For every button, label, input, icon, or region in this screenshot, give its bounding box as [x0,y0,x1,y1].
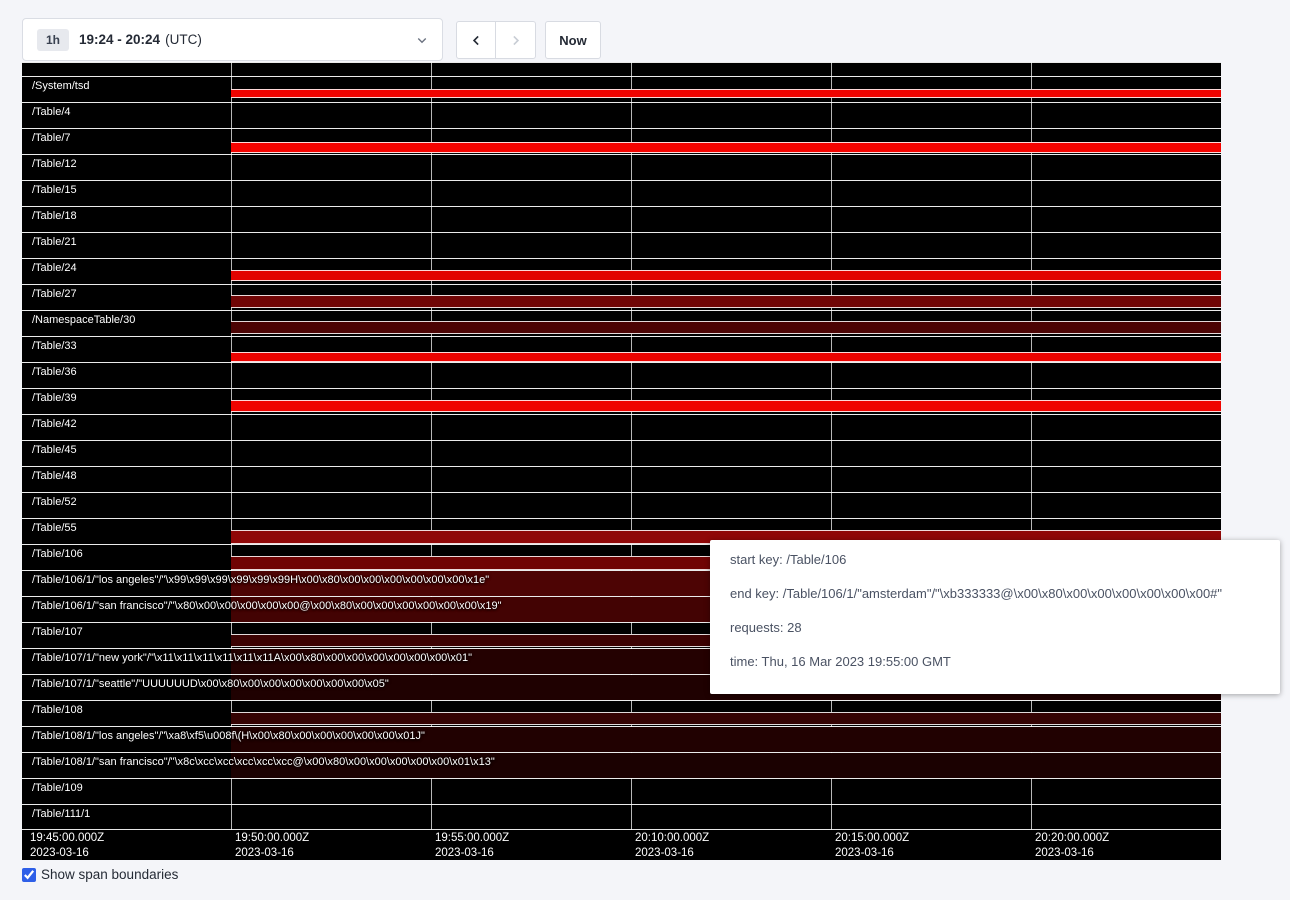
heat-band[interactable] [231,89,1221,98]
heat-band[interactable] [231,400,1221,412]
heat-band[interactable] [231,321,1221,334]
heat-band[interactable] [231,295,1221,308]
show-span-boundaries-checkbox[interactable] [22,868,36,882]
key-span-label: /Table/7 [32,132,71,144]
key-span-label: /Table/109 [32,782,83,794]
key-span-row[interactable]: /Table/42 [22,414,1221,440]
key-span-label: /Table/107 [32,626,83,638]
key-span-label: /Table/106/1/"san francisco"/"\x80\x00\x… [32,600,502,612]
key-span-label: /Table/42 [32,418,77,430]
tooltip-end-key: end key: /Table/106/1/"amsterdam"/"\xb33… [730,584,1260,604]
heat-band[interactable] [231,712,1221,725]
key-span-row[interactable]: /Table/108/1/"los angeles"/"\xa8\xf5\u00… [22,726,1221,752]
heatmap-rows: /System/tsd/Table/4/Table/7/Table/12/Tab… [22,62,1221,830]
chevron-down-icon [416,34,428,46]
key-span-label: /Table/18 [32,210,77,222]
time-axis-tick: 19:50:00.000Z2023-03-16 [235,831,309,861]
key-span-label: /Table/107/1/"new york"/"\x11\x11\x11\x1… [32,652,472,664]
key-span-row[interactable]: /Table/108/1/"san francisco"/"\x8c\xcc\x… [22,752,1221,778]
key-span-row[interactable]: /Table/12 [22,154,1221,180]
key-span-row[interactable]: /Table/111/1 [22,804,1221,830]
key-span-label: /Table/39 [32,392,77,404]
key-span-row[interactable]: /Table/109 [22,778,1221,804]
key-span-row[interactable]: /System/tsd [22,76,1221,102]
key-span-row[interactable]: /Table/4 [22,102,1221,128]
chevron-left-icon [470,34,483,47]
key-span-row[interactable]: /Table/15 [22,180,1221,206]
key-span-row[interactable]: /Table/52 [22,492,1221,518]
key-span-row[interactable]: /Table/18 [22,206,1221,232]
key-span-label: /Table/21 [32,236,77,248]
tooltip-time: time: Thu, 16 Mar 2023 19:55:00 GMT [730,652,1260,672]
key-span-label: /Table/45 [32,444,77,456]
key-span-row[interactable]: /Table/27 [22,284,1221,310]
key-span-row[interactable]: /Table/36 [22,362,1221,388]
heat-band[interactable] [231,142,1221,153]
key-span-row[interactable]: /Table/24 [22,258,1221,284]
key-span-label: /NamespaceTable/30 [32,314,135,326]
timezone-label: (UTC) [165,32,202,47]
duration-badge: 1h [37,29,69,51]
heat-band[interactable] [231,352,1221,362]
footer: Show span boundaries [22,867,178,882]
time-axis-tick: 20:20:00.000Z2023-03-16 [1035,831,1109,861]
key-span-row[interactable]: /Table/39 [22,388,1221,414]
key-span-row[interactable]: /Table/33 [22,336,1221,362]
key-span-row[interactable]: /Table/108 [22,700,1221,726]
key-span-label: /Table/55 [32,522,77,534]
key-span-label: /Table/111/1 [32,808,90,820]
span-tooltip: start key: /Table/106 end key: /Table/10… [710,540,1280,694]
time-axis-tick: 20:10:00.000Z2023-03-16 [635,831,709,861]
key-span-label: /Table/107/1/"seattle"/"UUUUUUD\x00\x80\… [32,678,389,690]
toolbar: 1h 19:24 - 20:24 (UTC) Now [22,18,601,61]
show-span-boundaries-label: Show span boundaries [41,867,178,882]
key-visualizer-canvas[interactable]: /System/tsd/Table/4/Table/7/Table/12/Tab… [22,62,1221,860]
prev-range-button[interactable] [456,21,496,59]
key-span-label: /Table/36 [32,366,77,378]
key-span-label: /Table/108 [32,704,83,716]
now-button[interactable]: Now [545,21,601,59]
key-span-label: /System/tsd [32,80,89,92]
key-span-row[interactable]: /Table/21 [22,232,1221,258]
key-visualizer-page: { "toolbar": { "duration_badge": "1h", "… [0,0,1290,900]
key-span-label: /Table/12 [32,158,77,170]
key-span-label: /Table/24 [32,262,77,274]
next-range-button[interactable] [496,21,536,59]
key-span-row[interactable]: /Table/45 [22,440,1221,466]
key-span-label: /Table/106 [32,548,83,560]
key-span-label: /Table/27 [32,288,77,300]
heat-band[interactable] [231,270,1221,281]
chevron-right-icon [509,34,522,47]
time-range-label: 19:24 - 20:24 [79,32,160,47]
key-span-label: /Table/15 [32,184,77,196]
key-span-label: /Table/52 [32,496,77,508]
time-axis-tick: 19:45:00.000Z2023-03-16 [30,831,104,861]
key-span-row[interactable] [22,62,1221,76]
key-span-row[interactable]: /Table/7 [22,128,1221,154]
time-axis-tick: 19:55:00.000Z2023-03-16 [435,831,509,861]
range-nav-group [456,21,536,59]
key-span-label: /Table/4 [32,106,71,118]
key-span-label: /Table/108/1/"los angeles"/"\xa8\xf5\u00… [32,730,425,742]
key-span-label: /Table/108/1/"san francisco"/"\x8c\xcc\x… [32,756,495,768]
key-span-row[interactable]: /NamespaceTable/30 [22,310,1221,336]
key-span-label: /Table/48 [32,470,77,482]
tooltip-requests: requests: 28 [730,618,1260,638]
key-span-row[interactable]: /Table/48 [22,466,1221,492]
time-axis-tick: 20:15:00.000Z2023-03-16 [835,831,909,861]
key-span-label: /Table/33 [32,340,77,352]
time-range-dropdown[interactable]: 1h 19:24 - 20:24 (UTC) [22,18,443,61]
key-span-label: /Table/106/1/"los angeles"/"\x99\x99\x99… [32,574,489,586]
tooltip-start-key: start key: /Table/106 [730,550,1260,570]
